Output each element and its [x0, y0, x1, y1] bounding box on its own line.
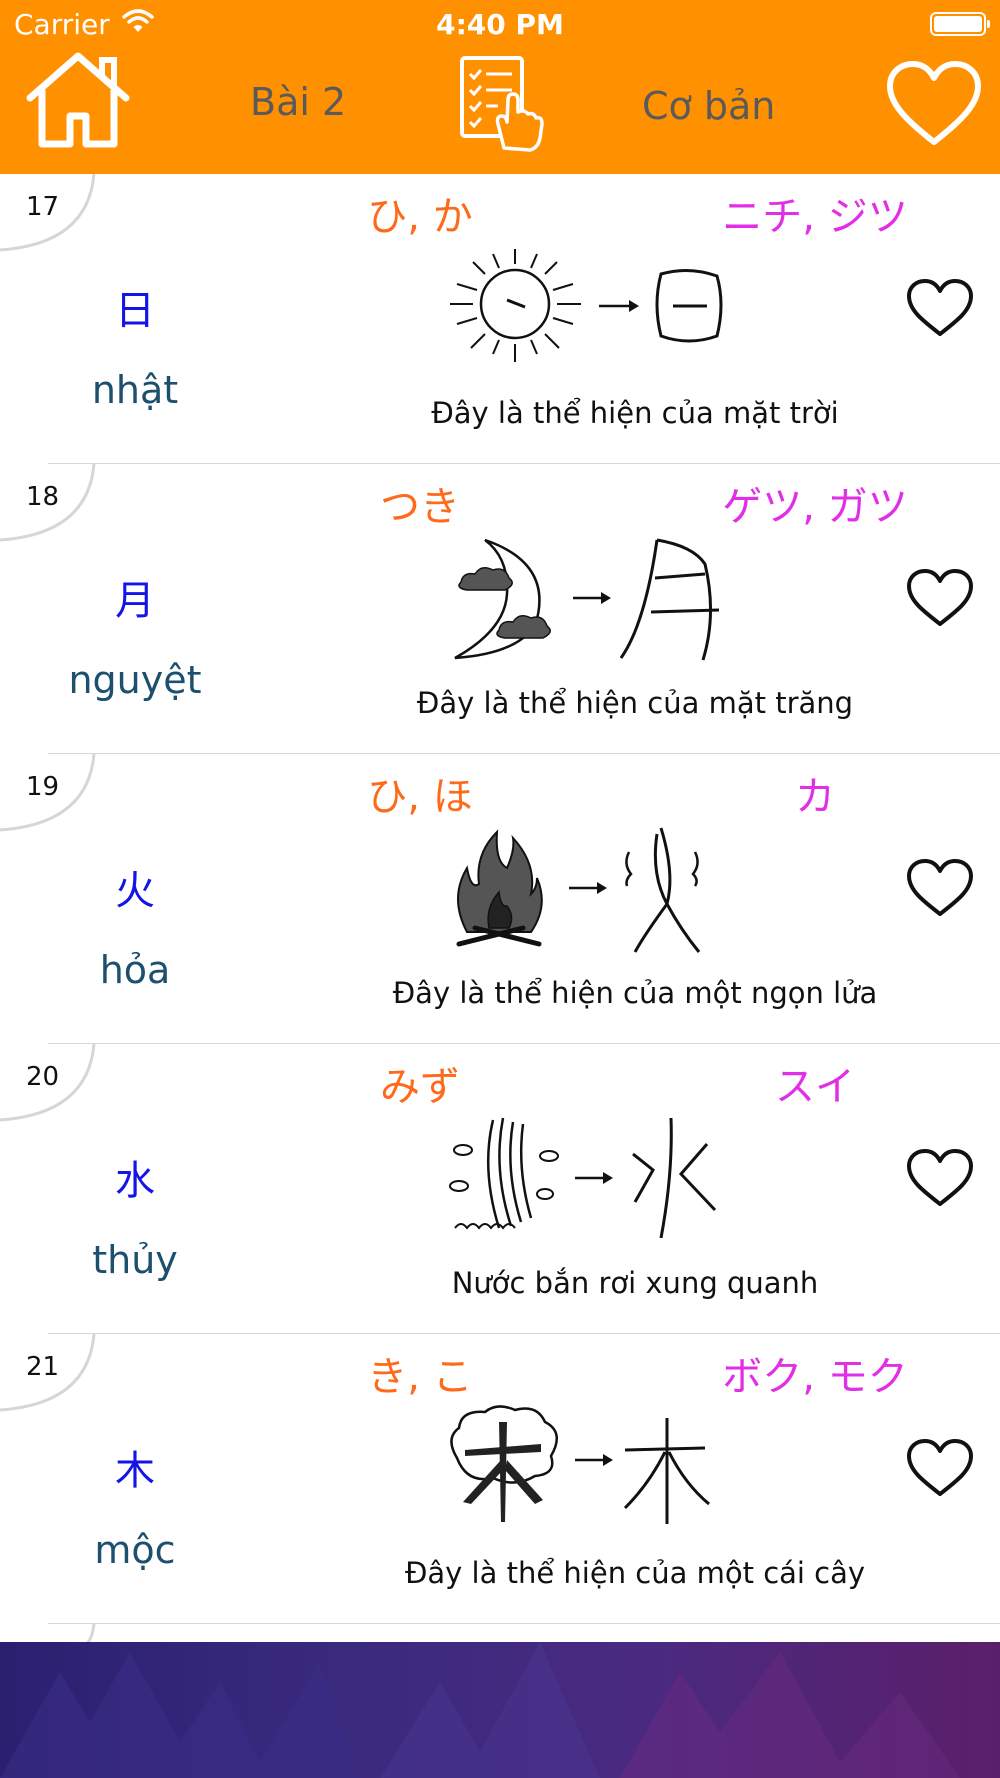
- sino-vietnamese-reading: nguyệt: [68, 658, 202, 702]
- home-icon[interactable]: [24, 50, 132, 150]
- heart-outline-icon[interactable]: [906, 1148, 974, 1208]
- level-title[interactable]: Cơ bản: [642, 84, 775, 128]
- on-reading: ニチ, ジツ: [722, 194, 908, 240]
- clock: 4:40 PM: [436, 8, 564, 41]
- favorites-icon[interactable]: [886, 60, 982, 148]
- kanji-description: Đây là thể hiện của một ngọn lửa: [392, 976, 878, 1010]
- lesson-title[interactable]: Bài 2: [250, 80, 346, 124]
- heart-outline-icon[interactable]: [906, 858, 974, 918]
- list-item[interactable]: 20 みず スイ 水 thủy Nước bắn rơi xung quanh: [0, 1044, 1000, 1334]
- item-number: 20: [26, 1062, 60, 1092]
- row-corner-arc: [86, 1624, 96, 1642]
- sino-vietnamese-reading: nhật: [91, 368, 179, 412]
- on-reading: カ: [795, 774, 835, 820]
- kun-reading: き, こ: [367, 1354, 473, 1400]
- kanji-character: 月: [115, 578, 155, 624]
- water-to-kanji-illustration: [449, 1117, 717, 1239]
- on-reading: ゲツ, ガツ: [722, 484, 908, 530]
- status-bar: Carrier 4:40 PM: [0, 0, 1000, 50]
- kanji-description: Đây là thể hiện của mặt trăng: [416, 686, 854, 720]
- kun-reading: つき: [380, 484, 460, 530]
- kanji-character: 日: [115, 288, 155, 334]
- kanji-character: 水: [115, 1158, 155, 1204]
- list-item[interactable]: 17 ひ, か ニチ, ジツ 日 nhật Đây là thể hiện củ…: [0, 174, 1000, 464]
- heart-outline-icon[interactable]: [906, 1438, 974, 1498]
- heart-outline-icon[interactable]: [906, 568, 974, 628]
- item-number: 17: [26, 192, 60, 222]
- item-number: 18: [26, 482, 60, 512]
- on-reading: スイ: [775, 1064, 855, 1110]
- sino-vietnamese-reading: thủy: [92, 1238, 178, 1282]
- forest-silhouette: [0, 1642, 960, 1778]
- bottom-banner: [0, 1642, 1000, 1778]
- kun-reading: ひ, か: [367, 194, 473, 240]
- kanji-description: Đây là thể hiện của mặt trời: [431, 396, 839, 430]
- battery-icon: [930, 12, 990, 36]
- kanji-list[interactable]: 17 ひ, か ニチ, ジツ 日 nhật Đây là thể hiện củ…: [0, 174, 1000, 1642]
- tree-to-kanji-illustration: [450, 1405, 710, 1524]
- sino-vietnamese-reading: mộc: [94, 1528, 176, 1572]
- sino-vietnamese-reading: hỏa: [99, 948, 171, 992]
- kanji-description: Đây là thể hiện của một cái cây: [404, 1556, 866, 1590]
- list-item[interactable]: 18 つき ゲツ, ガツ 月 nguyệt Đây là thể hiện củ…: [0, 464, 1000, 754]
- fire-to-kanji-illustration: [456, 827, 701, 953]
- kanji-character: 木: [115, 1448, 155, 1494]
- kanji-description: Nước bắn rơi xung quanh: [451, 1266, 819, 1300]
- item-number: 21: [26, 1352, 60, 1382]
- navigation-bar: Bài 2 Cơ bản: [0, 50, 1000, 174]
- kun-reading: ひ, ほ: [367, 774, 473, 820]
- row-divider: [48, 1623, 1000, 1624]
- kanji-character: 火: [115, 868, 155, 914]
- list-item[interactable]: 19 ひ, ほ カ 火 hỏa Đây là thể hiện của một …: [0, 754, 1000, 1044]
- item-number: 19: [26, 772, 60, 802]
- sun-to-kanji-illustration: [450, 249, 723, 362]
- checklist-tap-icon[interactable]: [458, 54, 544, 154]
- heart-outline-icon[interactable]: [906, 278, 974, 338]
- on-reading: ボク, モク: [722, 1354, 908, 1400]
- list-item[interactable]: 21 き, こ ボク, モク 木 mộc Đây là thể hiện của…: [0, 1334, 1000, 1624]
- kun-reading: みず: [380, 1064, 460, 1110]
- moon-to-kanji-illustration: [454, 538, 720, 661]
